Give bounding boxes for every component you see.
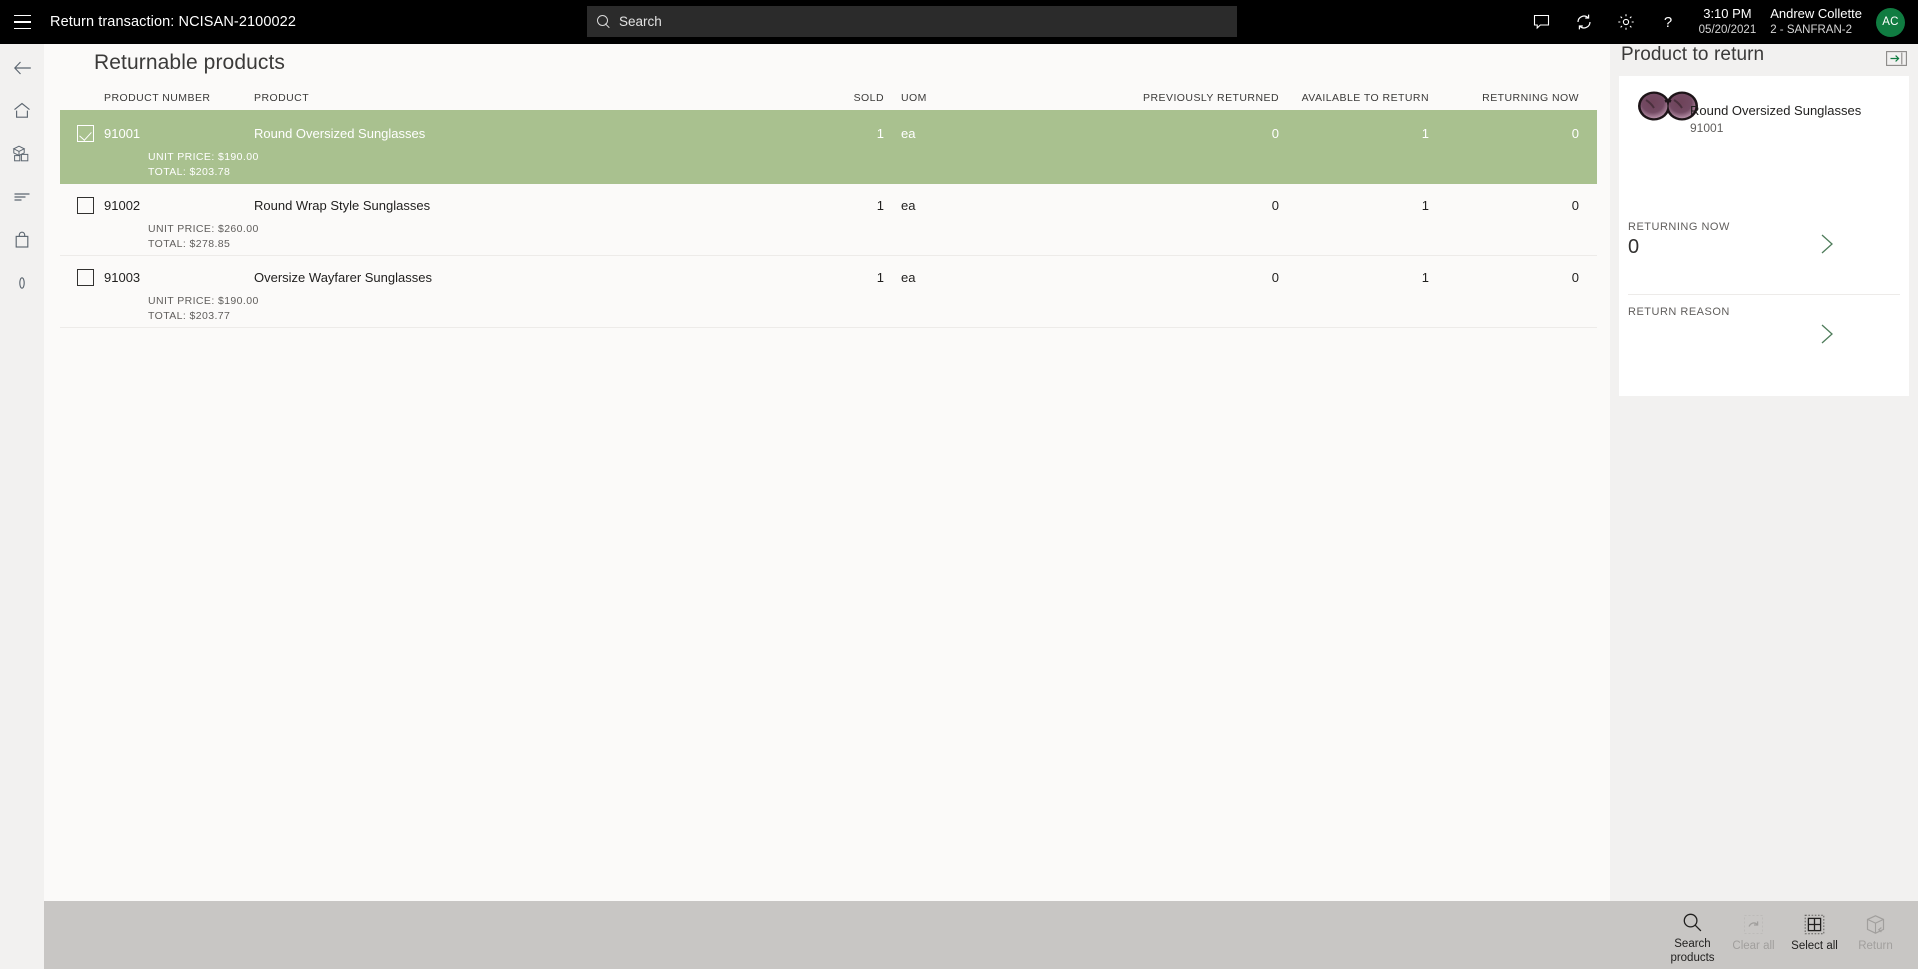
clear-icon (1743, 913, 1764, 937)
product-card: Round Oversized Sunglasses 91001 RETURNI… (1619, 76, 1909, 396)
cell-sold: 1 (876, 198, 884, 213)
row-price-info: UNIT PRICE: $190.00 TOTAL: $203.77 (148, 294, 259, 324)
returnable-products-table: PRODUCT NUMBER PRODUCT SOLD UOM PREVIOUS… (60, 86, 1597, 328)
return-box-icon (1865, 913, 1886, 937)
return-reason-label: RETURN REASON (1628, 306, 1730, 318)
avatar[interactable]: AC (1876, 7, 1905, 37)
clear-all-label: Clear all (1732, 939, 1775, 952)
user-store: 2 - SANFRAN-2 (1770, 23, 1853, 36)
returning-now-label: RETURNING NOW (1628, 221, 1730, 233)
search-icon (1682, 911, 1703, 935)
return-button[interactable]: Return (1845, 907, 1906, 964)
cell-returning-now: 0 (1571, 126, 1579, 141)
cell-product: Oversize Wayfarer Sunglasses (254, 270, 432, 285)
col-header-product[interactable]: PRODUCT (254, 92, 774, 104)
transaction-title: Return transaction: NCISAN-2100022 (50, 14, 296, 30)
search-placeholder: Search (619, 14, 662, 29)
returning-now-value: 0 (1628, 236, 1640, 258)
cell-previously-returned: 0 (1271, 126, 1279, 141)
cell-available-to-return: 1 (1421, 270, 1429, 285)
shopping-bag-icon[interactable] (0, 218, 44, 261)
left-rail (0, 44, 44, 901)
search-products-button[interactable]: Search products (1662, 905, 1723, 965)
search-input[interactable]: Search (587, 6, 1237, 37)
col-header-sold[interactable]: SOLD (774, 92, 884, 104)
cell-uom: ea (901, 126, 916, 141)
row-checkbox[interactable] (77, 125, 94, 142)
table-row[interactable]: 91003 Oversize Wayfarer Sunglasses 1 ea … (60, 256, 1597, 328)
svg-text:?: ? (1663, 14, 1671, 31)
total-price: TOTAL: $203.78 (148, 165, 231, 178)
row-price-info: UNIT PRICE: $190.00 TOTAL: $203.78 (148, 150, 259, 180)
top-bar: Return transaction: NCISAN-2100022 Searc… (0, 0, 1918, 44)
product-to-return-panel: Product to return Round Oversized Sungla… (1610, 44, 1918, 901)
clock-block: 3:10 PM 05/20/2021 (1699, 6, 1757, 37)
col-header-previously-returned[interactable]: PREVIOUSLY RETURNED (1044, 92, 1279, 104)
return-reason-chevron-right-icon[interactable] (1814, 321, 1840, 347)
row-price-info: UNIT PRICE: $260.00 TOTAL: $278.85 (148, 222, 259, 252)
cell-uom: ea (901, 270, 916, 285)
select-all-label: Select all (1791, 939, 1838, 952)
cell-sold: 1 (876, 126, 884, 141)
col-header-returning-now[interactable]: RETURNING NOW (1429, 92, 1597, 104)
search-icon (597, 15, 610, 28)
return-label: Return (1858, 939, 1893, 952)
user-name: Andrew Collette (1770, 6, 1862, 22)
cell-returning-now: 0 (1571, 270, 1579, 285)
sync-icon[interactable] (1563, 0, 1605, 44)
chat-icon[interactable] (1521, 0, 1563, 44)
panel-divider (1628, 294, 1900, 295)
returning-now-chevron-right-icon[interactable] (1814, 231, 1840, 257)
select-all-icon (1804, 913, 1825, 937)
search-products-label: Search products (1670, 937, 1715, 964)
cell-returning-now: 0 (1571, 198, 1579, 213)
table-header-row: PRODUCT NUMBER PRODUCT SOLD UOM PREVIOUS… (60, 86, 1597, 112)
expand-panel-icon[interactable] (1885, 50, 1907, 67)
unit-price: UNIT PRICE: $260.00 (148, 223, 259, 235)
back-icon[interactable] (0, 46, 44, 89)
current-time: 3:10 PM (1703, 6, 1752, 22)
col-header-uom[interactable]: UOM (884, 92, 1044, 104)
col-header-available-to-return[interactable]: AVAILABLE TO RETURN (1279, 92, 1429, 104)
journal-icon[interactable] (0, 175, 44, 218)
total-price: TOTAL: $203.77 (148, 309, 231, 322)
unit-price: UNIT PRICE: $190.00 (148, 295, 259, 307)
table-row[interactable]: 91002 Round Wrap Style Sunglasses 1 ea 0… (60, 184, 1597, 256)
cell-previously-returned: 0 (1271, 198, 1279, 213)
current-date: 05/20/2021 (1698, 23, 1757, 36)
col-header-product-number[interactable]: PRODUCT NUMBER (104, 92, 254, 104)
cell-product-number: 91002 (104, 198, 141, 213)
cell-uom: ea (901, 198, 916, 213)
total-price: TOTAL: $278.85 (148, 237, 231, 250)
row-checkbox[interactable] (77, 269, 94, 286)
cell-product: Round Wrap Style Sunglasses (254, 198, 431, 213)
bottom-action-bar: Search products Clear all Select all Ret… (44, 901, 1918, 969)
user-block[interactable]: Andrew Collette 2 - SANFRAN-2 (1770, 6, 1862, 38)
cell-available-to-return: 1 (1421, 198, 1429, 213)
unit-price: UNIT PRICE: $190.00 (148, 151, 259, 163)
panel-product-name: Round Oversized Sunglasses (1690, 103, 1862, 118)
settings-icon[interactable] (1605, 0, 1647, 44)
top-bar-actions: ? 3:10 PM 05/20/2021 Andrew Collette 2 -… (1521, 0, 1918, 44)
cell-sold: 1 (876, 270, 884, 285)
cell-product: Round Oversized Sunglasses (254, 126, 426, 141)
row-checkbox[interactable] (77, 197, 94, 214)
cell-available-to-return: 1 (1421, 126, 1429, 141)
panel-product-number: 91001 (1690, 121, 1724, 135)
help-icon[interactable]: ? (1647, 0, 1689, 44)
panel-title: Product to return (1621, 44, 1765, 65)
products-icon[interactable] (0, 132, 44, 175)
table-row[interactable]: 91001 Round Oversized Sunglasses 1 ea 0 … (60, 112, 1597, 184)
clear-all-button[interactable]: Clear all (1723, 907, 1784, 964)
page-title: Returnable products (94, 51, 286, 74)
hamburger-icon[interactable] (0, 0, 44, 44)
cell-previously-returned: 0 (1271, 270, 1279, 285)
customer-icon[interactable] (0, 261, 44, 304)
select-all-button[interactable]: Select all (1784, 907, 1845, 964)
cell-product-number: 91001 (104, 126, 141, 141)
cell-product-number: 91003 (104, 270, 141, 285)
home-icon[interactable] (0, 89, 44, 132)
